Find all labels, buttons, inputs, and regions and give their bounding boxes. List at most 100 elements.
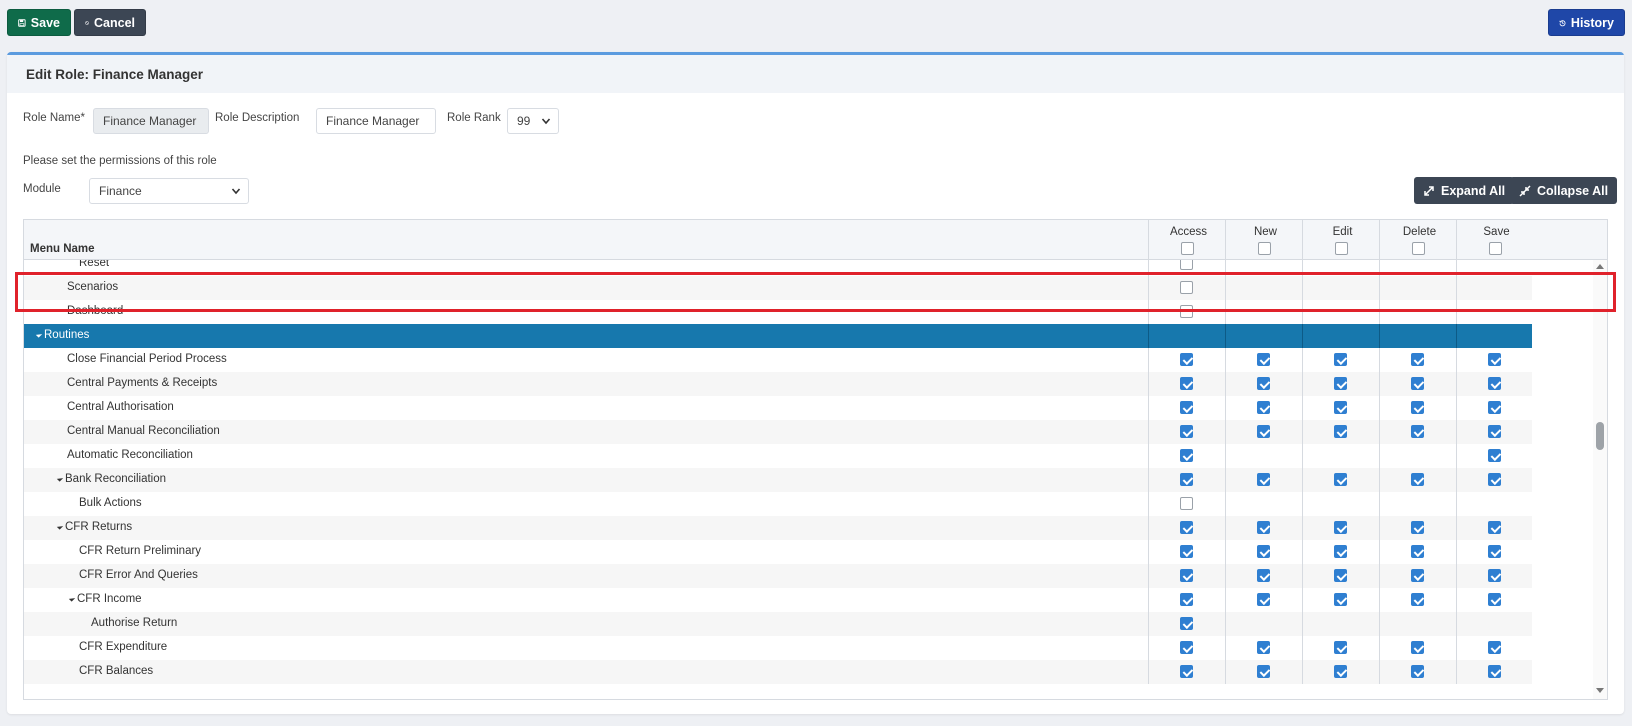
access-checkbox[interactable]	[1180, 449, 1193, 462]
collapse-caret-icon[interactable]	[35, 331, 43, 338]
edit-checkbox[interactable]	[1334, 641, 1347, 654]
collapse-caret-icon[interactable]	[56, 475, 64, 482]
edit-checkbox[interactable]	[1334, 569, 1347, 582]
history-button[interactable]: History	[1548, 9, 1625, 36]
access-checkbox[interactable]	[1180, 593, 1193, 606]
menu-row: Central Authorisation	[24, 396, 1532, 420]
vertical-scrollbar[interactable]	[1593, 260, 1607, 699]
edit-checkbox[interactable]	[1334, 353, 1347, 366]
role-rank-select[interactable]: 99	[507, 108, 559, 134]
cancel-button[interactable]: Cancel	[74, 9, 146, 36]
edit-checkbox[interactable]	[1334, 545, 1347, 558]
delete-checkbox[interactable]	[1411, 545, 1424, 558]
menu-row[interactable]: Bank Reconciliation	[24, 468, 1532, 492]
delete-checkbox[interactable]	[1411, 521, 1424, 534]
menu-name-text: Bulk Actions	[79, 497, 142, 509]
menu-row: Central Manual Reconciliation	[24, 420, 1532, 444]
save-checkbox[interactable]	[1488, 521, 1501, 534]
module-select[interactable]: Finance	[89, 178, 249, 204]
group-row[interactable]: Routines	[24, 324, 1532, 348]
new-checkbox[interactable]	[1257, 665, 1270, 678]
new-checkbox[interactable]	[1257, 353, 1270, 366]
expand-all-button[interactable]: Expand All	[1414, 177, 1515, 204]
edit-checkbox[interactable]	[1334, 521, 1347, 534]
save-checkbox[interactable]	[1488, 401, 1501, 414]
select-all-edit-checkbox[interactable]	[1335, 242, 1348, 255]
access-checkbox[interactable]	[1180, 281, 1193, 294]
edit-checkbox[interactable]	[1334, 377, 1347, 390]
delete-checkbox[interactable]	[1411, 353, 1424, 366]
save-checkbox[interactable]	[1488, 425, 1501, 438]
save-checkbox[interactable]	[1488, 449, 1501, 462]
cell-edit	[1302, 516, 1379, 540]
save-checkbox[interactable]	[1488, 545, 1501, 558]
save-checkbox[interactable]	[1488, 353, 1501, 366]
access-checkbox[interactable]	[1180, 497, 1193, 510]
cell-save	[1456, 660, 1533, 684]
save-button[interactable]: Save	[7, 9, 71, 36]
access-checkbox[interactable]	[1180, 665, 1193, 678]
edit-checkbox[interactable]	[1334, 425, 1347, 438]
history-icon	[1559, 19, 1566, 26]
cell-delete	[1379, 588, 1456, 612]
access-checkbox[interactable]	[1180, 473, 1193, 486]
cell-new	[1225, 636, 1302, 660]
access-checkbox[interactable]	[1180, 353, 1193, 366]
access-checkbox[interactable]	[1180, 377, 1193, 390]
save-checkbox[interactable]	[1488, 665, 1501, 678]
access-checkbox[interactable]	[1180, 425, 1193, 438]
new-checkbox[interactable]	[1257, 641, 1270, 654]
save-checkbox[interactable]	[1488, 473, 1501, 486]
delete-checkbox[interactable]	[1411, 425, 1424, 438]
scrollbar-thumb[interactable]	[1596, 422, 1604, 450]
collapse-caret-icon[interactable]	[56, 523, 64, 530]
access-checkbox[interactable]	[1180, 260, 1193, 270]
menu-row[interactable]: CFR Returns	[24, 516, 1532, 540]
access-checkbox[interactable]	[1180, 305, 1193, 318]
save-checkbox[interactable]	[1488, 377, 1501, 390]
delete-checkbox[interactable]	[1411, 641, 1424, 654]
role-description-field[interactable]: Finance Manager	[316, 108, 436, 134]
select-all-new-checkbox[interactable]	[1258, 242, 1271, 255]
delete-checkbox[interactable]	[1411, 377, 1424, 390]
select-all-access-checkbox[interactable]	[1181, 242, 1194, 255]
delete-checkbox[interactable]	[1411, 593, 1424, 606]
delete-checkbox[interactable]	[1411, 401, 1424, 414]
access-checkbox[interactable]	[1180, 569, 1193, 582]
select-all-delete-checkbox[interactable]	[1412, 242, 1425, 255]
save-checkbox[interactable]	[1488, 641, 1501, 654]
delete-checkbox[interactable]	[1411, 569, 1424, 582]
new-checkbox[interactable]	[1257, 545, 1270, 558]
scroll-up-arrow-icon[interactable]	[1596, 264, 1604, 269]
ban-icon	[85, 20, 89, 25]
edit-checkbox[interactable]	[1334, 401, 1347, 414]
delete-checkbox[interactable]	[1411, 473, 1424, 486]
save-checkbox[interactable]	[1488, 593, 1501, 606]
edit-checkbox[interactable]	[1334, 593, 1347, 606]
role-name-field[interactable]: Finance Manager	[93, 108, 209, 134]
collapse-caret-icon[interactable]	[68, 595, 76, 602]
access-checkbox[interactable]	[1180, 641, 1193, 654]
access-checkbox[interactable]	[1180, 401, 1193, 414]
menu-row[interactable]: CFR Income	[24, 588, 1532, 612]
new-checkbox[interactable]	[1257, 521, 1270, 534]
delete-checkbox[interactable]	[1411, 665, 1424, 678]
save-checkbox[interactable]	[1488, 569, 1501, 582]
new-checkbox[interactable]	[1257, 377, 1270, 390]
access-checkbox[interactable]	[1180, 545, 1193, 558]
select-all-save-checkbox[interactable]	[1489, 242, 1502, 255]
new-checkbox[interactable]	[1257, 593, 1270, 606]
access-checkbox[interactable]	[1180, 617, 1193, 630]
cell-delete	[1379, 396, 1456, 420]
scroll-down-arrow-icon[interactable]	[1596, 688, 1604, 693]
new-checkbox[interactable]	[1257, 473, 1270, 486]
cell-new	[1225, 588, 1302, 612]
access-checkbox[interactable]	[1180, 521, 1193, 534]
edit-checkbox[interactable]	[1334, 473, 1347, 486]
new-checkbox[interactable]	[1257, 401, 1270, 414]
cell-edit	[1302, 468, 1379, 492]
new-checkbox[interactable]	[1257, 425, 1270, 438]
collapse-all-button[interactable]: Collapse All	[1510, 177, 1618, 204]
new-checkbox[interactable]	[1257, 569, 1270, 582]
edit-checkbox[interactable]	[1334, 665, 1347, 678]
